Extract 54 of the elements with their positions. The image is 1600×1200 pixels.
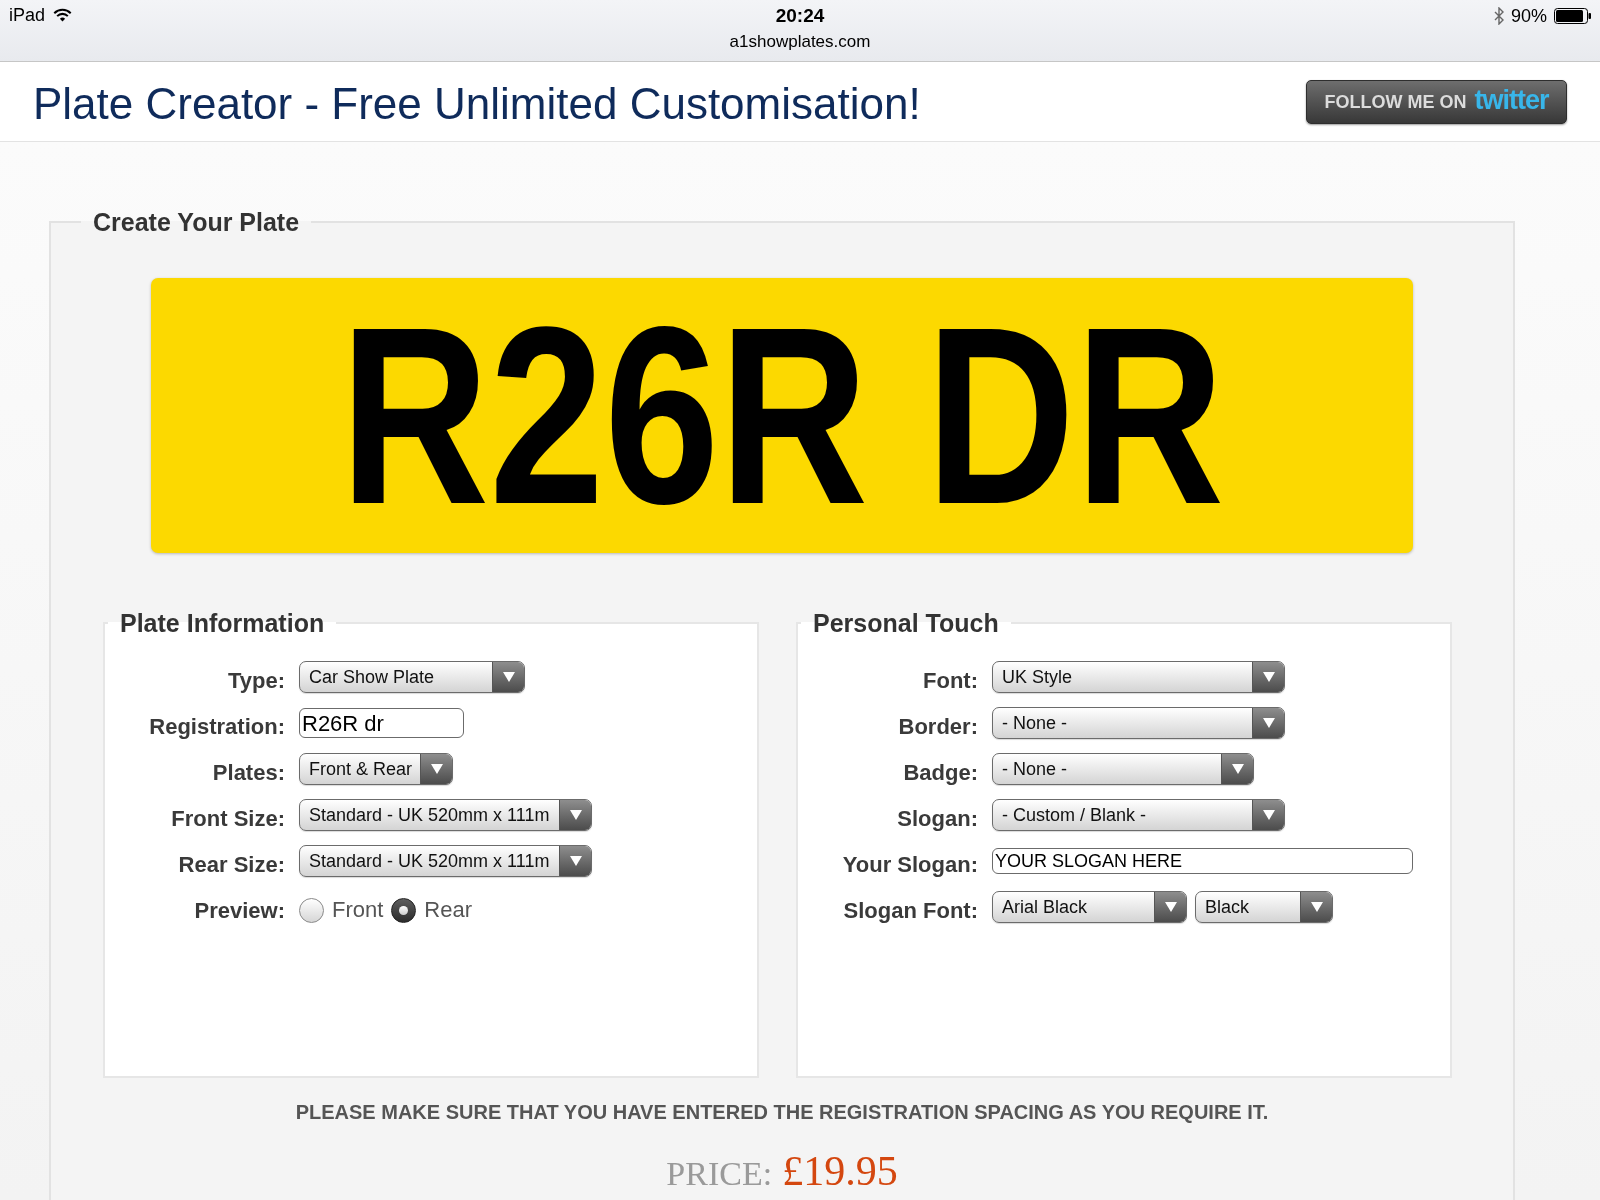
caret-icon bbox=[1300, 892, 1332, 922]
notice-text: PLEASE MAKE SURE THAT YOU HAVE ENTERED THE REGISTRATION SPACING AS YOU REQUIRE IT. bbox=[295, 1100, 1269, 1124]
price-label: PRICE: bbox=[666, 1157, 773, 1191]
caret-icon bbox=[1221, 754, 1253, 784]
dropdown[interactable]: - None - bbox=[992, 707, 1285, 739]
wifi-icon bbox=[53, 8, 73, 22]
caret-icon bbox=[1252, 662, 1284, 692]
dropdown[interactable]: Car Show Plate bbox=[299, 661, 525, 693]
dropdown[interactable]: Front & Rear bbox=[299, 753, 453, 785]
page-title: Plate Creator - Free Unlimited Customisation! bbox=[33, 77, 921, 129]
radio-button[interactable] bbox=[391, 897, 417, 923]
follow-button[interactable]: FOLLOW ME ON twitter bbox=[1306, 79, 1567, 124]
section-title: Plate Information bbox=[119, 608, 326, 638]
text-field[interactable]: R26R dr bbox=[299, 708, 464, 738]
price-amount: £19.95 bbox=[782, 1150, 898, 1192]
device-name: iPad bbox=[9, 4, 46, 26]
caret-icon bbox=[1154, 892, 1186, 922]
dropdown[interactable]: - None - bbox=[992, 753, 1254, 785]
field-label: Border: bbox=[898, 714, 978, 740]
caret-icon bbox=[559, 846, 591, 876]
text-field[interactable]: YOUR SLOGAN HERE bbox=[992, 848, 1413, 874]
section-title: Create Your Plate bbox=[92, 207, 301, 237]
caret-icon bbox=[492, 662, 524, 692]
field-label: Front Size: bbox=[171, 806, 285, 832]
caret-icon bbox=[420, 754, 452, 784]
bluetooth-icon bbox=[1493, 7, 1504, 25]
field-label: Font: bbox=[923, 668, 978, 694]
caret-icon bbox=[1252, 708, 1284, 738]
field-label: Your Slogan: bbox=[842, 852, 978, 878]
page-url: a1showplates.com bbox=[729, 31, 871, 53]
dropdown[interactable]: Standard - UK 520mm x 111m bbox=[299, 799, 592, 831]
field-label: Badge: bbox=[903, 760, 978, 786]
battery-percent: 90% bbox=[1510, 5, 1547, 27]
dropdown[interactable]: UK Style bbox=[992, 661, 1285, 693]
dropdown[interactable]: Black bbox=[1195, 891, 1333, 923]
field-label: Plates: bbox=[212, 760, 285, 786]
radio-label[interactable]: Front bbox=[332, 897, 384, 923]
radio-button[interactable] bbox=[299, 897, 324, 923]
caret-icon bbox=[1252, 800, 1284, 830]
caret-icon bbox=[559, 800, 591, 830]
dropdown[interactable]: Arial Black bbox=[992, 891, 1187, 923]
plate-text: R26R DR bbox=[339, 289, 1225, 542]
field-label: Preview: bbox=[194, 898, 285, 924]
dropdown[interactable]: - Custom / Blank - bbox=[992, 799, 1285, 831]
field-label: Rear Size: bbox=[178, 852, 285, 878]
field-label: Registration: bbox=[149, 714, 285, 740]
field-label: Slogan Font: bbox=[843, 898, 978, 924]
dropdown[interactable]: Standard - UK 520mm x 111m bbox=[299, 845, 592, 877]
status-time: 20:24 bbox=[775, 4, 825, 28]
battery-icon bbox=[1554, 8, 1592, 24]
radio-label[interactable]: Rear bbox=[424, 897, 473, 923]
field-label: Type: bbox=[227, 668, 285, 694]
field-label: Slogan: bbox=[897, 806, 978, 832]
section-title: Personal Touch bbox=[812, 608, 1000, 638]
